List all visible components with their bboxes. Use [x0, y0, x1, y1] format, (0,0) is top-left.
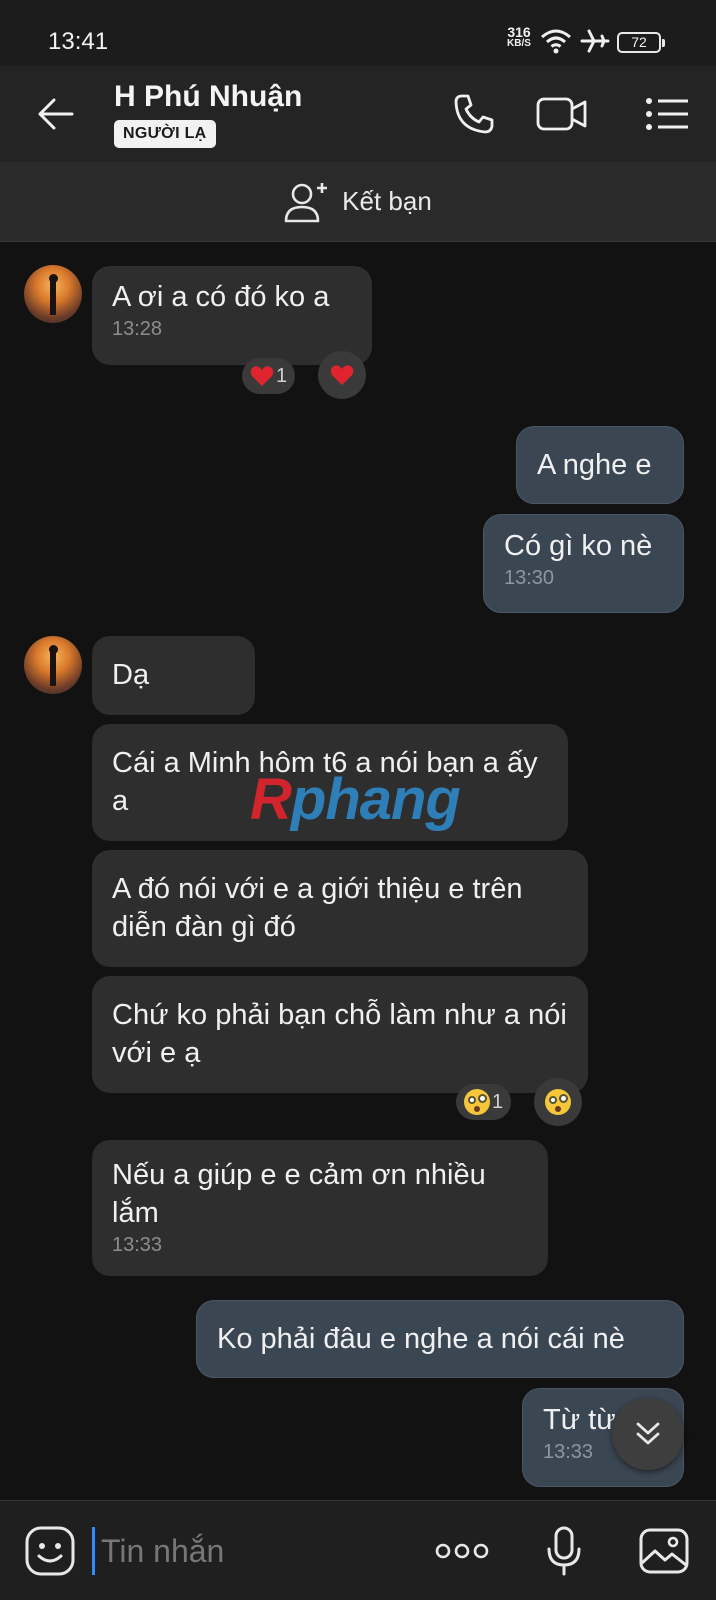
network-speed-value: 316: [507, 24, 531, 40]
network-speed-unit: KB/S: [507, 38, 531, 49]
scroll-to-bottom-button[interactable]: [612, 1398, 684, 1470]
list-menu-icon: [646, 98, 688, 130]
more-options-button[interactable]: [434, 1523, 490, 1579]
contact-name[interactable]: H Phú Nhuận: [114, 80, 302, 114]
message-text: A ơi a có đó ko a: [112, 281, 330, 313]
reaction-summary[interactable]: 1: [242, 358, 296, 394]
arrow-left-icon: [38, 98, 74, 130]
add-user-icon: [284, 182, 328, 222]
status-time: 13:41: [48, 28, 109, 55]
contact-avatar[interactable]: [24, 636, 82, 694]
message-bubble[interactable]: Chứ ko phải bạn chỗ làm như a nói với e …: [92, 976, 588, 1093]
message-time: 13:28: [112, 318, 163, 340]
message-time: 13:33: [112, 1234, 163, 1256]
double-chevron-down-icon: [636, 1422, 660, 1445]
network-speed: 316 KB/S: [504, 24, 534, 50]
menu-button[interactable]: [640, 86, 696, 142]
image-icon: [639, 1528, 689, 1574]
battery-level: 72: [631, 34, 647, 50]
message-bubble[interactable]: A ơi a có đó ko a 13:28: [92, 266, 372, 365]
voice-message-button[interactable]: [536, 1523, 592, 1579]
message-bubble[interactable]: Dạ: [92, 636, 255, 715]
message-text: Có gì ko nè: [504, 530, 653, 562]
message-composer: [0, 1500, 716, 1600]
message-bubble[interactable]: Nếu a giúp e e cảm ơn nhiều lắm 13:33: [92, 1140, 548, 1276]
message-text: Dạ: [112, 659, 150, 691]
watermark-logo: Rphang: [250, 767, 461, 832]
dizzy-face-icon: [545, 1089, 571, 1115]
video-call-button[interactable]: [534, 86, 590, 142]
stranger-badge: NGƯỜI LẠ: [114, 120, 216, 148]
message-text: A nghe e: [537, 449, 652, 481]
react-button[interactable]: [318, 351, 366, 399]
message-bubble[interactable]: Có gì ko nè 13:30: [483, 514, 684, 613]
more-dots-icon: [435, 1543, 489, 1559]
video-camera-icon: [536, 97, 587, 131]
message-text: Nếu a giúp e e cảm ơn nhiều lắm: [112, 1159, 486, 1229]
heart-icon: [250, 366, 274, 386]
message-time: 13:30: [504, 567, 555, 589]
back-button[interactable]: [30, 88, 82, 140]
chat-header: H Phú Nhuận NGƯỜI LẠ: [0, 66, 716, 162]
message-bubble[interactable]: Ko phải đâu e nghe a nói cái nè: [196, 1300, 684, 1378]
reaction-summary[interactable]: 1: [456, 1084, 512, 1120]
reaction-count: 1: [276, 364, 288, 387]
message-text: A đó nói với e a giới thiệu e trên diễn …: [112, 873, 523, 943]
airplane-icon: [580, 28, 610, 59]
message-input[interactable]: [92, 1527, 412, 1575]
gallery-button[interactable]: [636, 1523, 692, 1579]
heart-icon: [330, 365, 354, 385]
message-bubble[interactable]: A đó nói với e a giới thiệu e trên diễn …: [92, 850, 588, 967]
wifi-icon: [540, 28, 572, 59]
reaction-count: 1: [492, 1090, 504, 1113]
add-friend-button[interactable]: Kết bạn: [0, 162, 716, 242]
message-bubble[interactable]: A nghe e: [516, 426, 684, 504]
message-text: Ko phải đâu e nghe a nói cái nè: [217, 1323, 625, 1355]
sticker-button[interactable]: [22, 1523, 78, 1579]
phone-icon: [454, 94, 494, 134]
battery-indicator: 72: [617, 32, 665, 53]
status-bar: 13:41 316 KB/S 72: [0, 0, 716, 66]
emoji-sticker-icon: [25, 1526, 75, 1576]
react-button[interactable]: [534, 1078, 582, 1126]
add-friend-label: Kết bạn: [342, 186, 432, 216]
dizzy-face-icon: [464, 1089, 490, 1115]
contact-avatar[interactable]: [24, 265, 82, 323]
message-text: Chứ ko phải bạn chỗ làm như a nói với e …: [112, 999, 567, 1069]
voice-call-button[interactable]: [446, 86, 502, 142]
microphone-icon: [547, 1526, 581, 1576]
